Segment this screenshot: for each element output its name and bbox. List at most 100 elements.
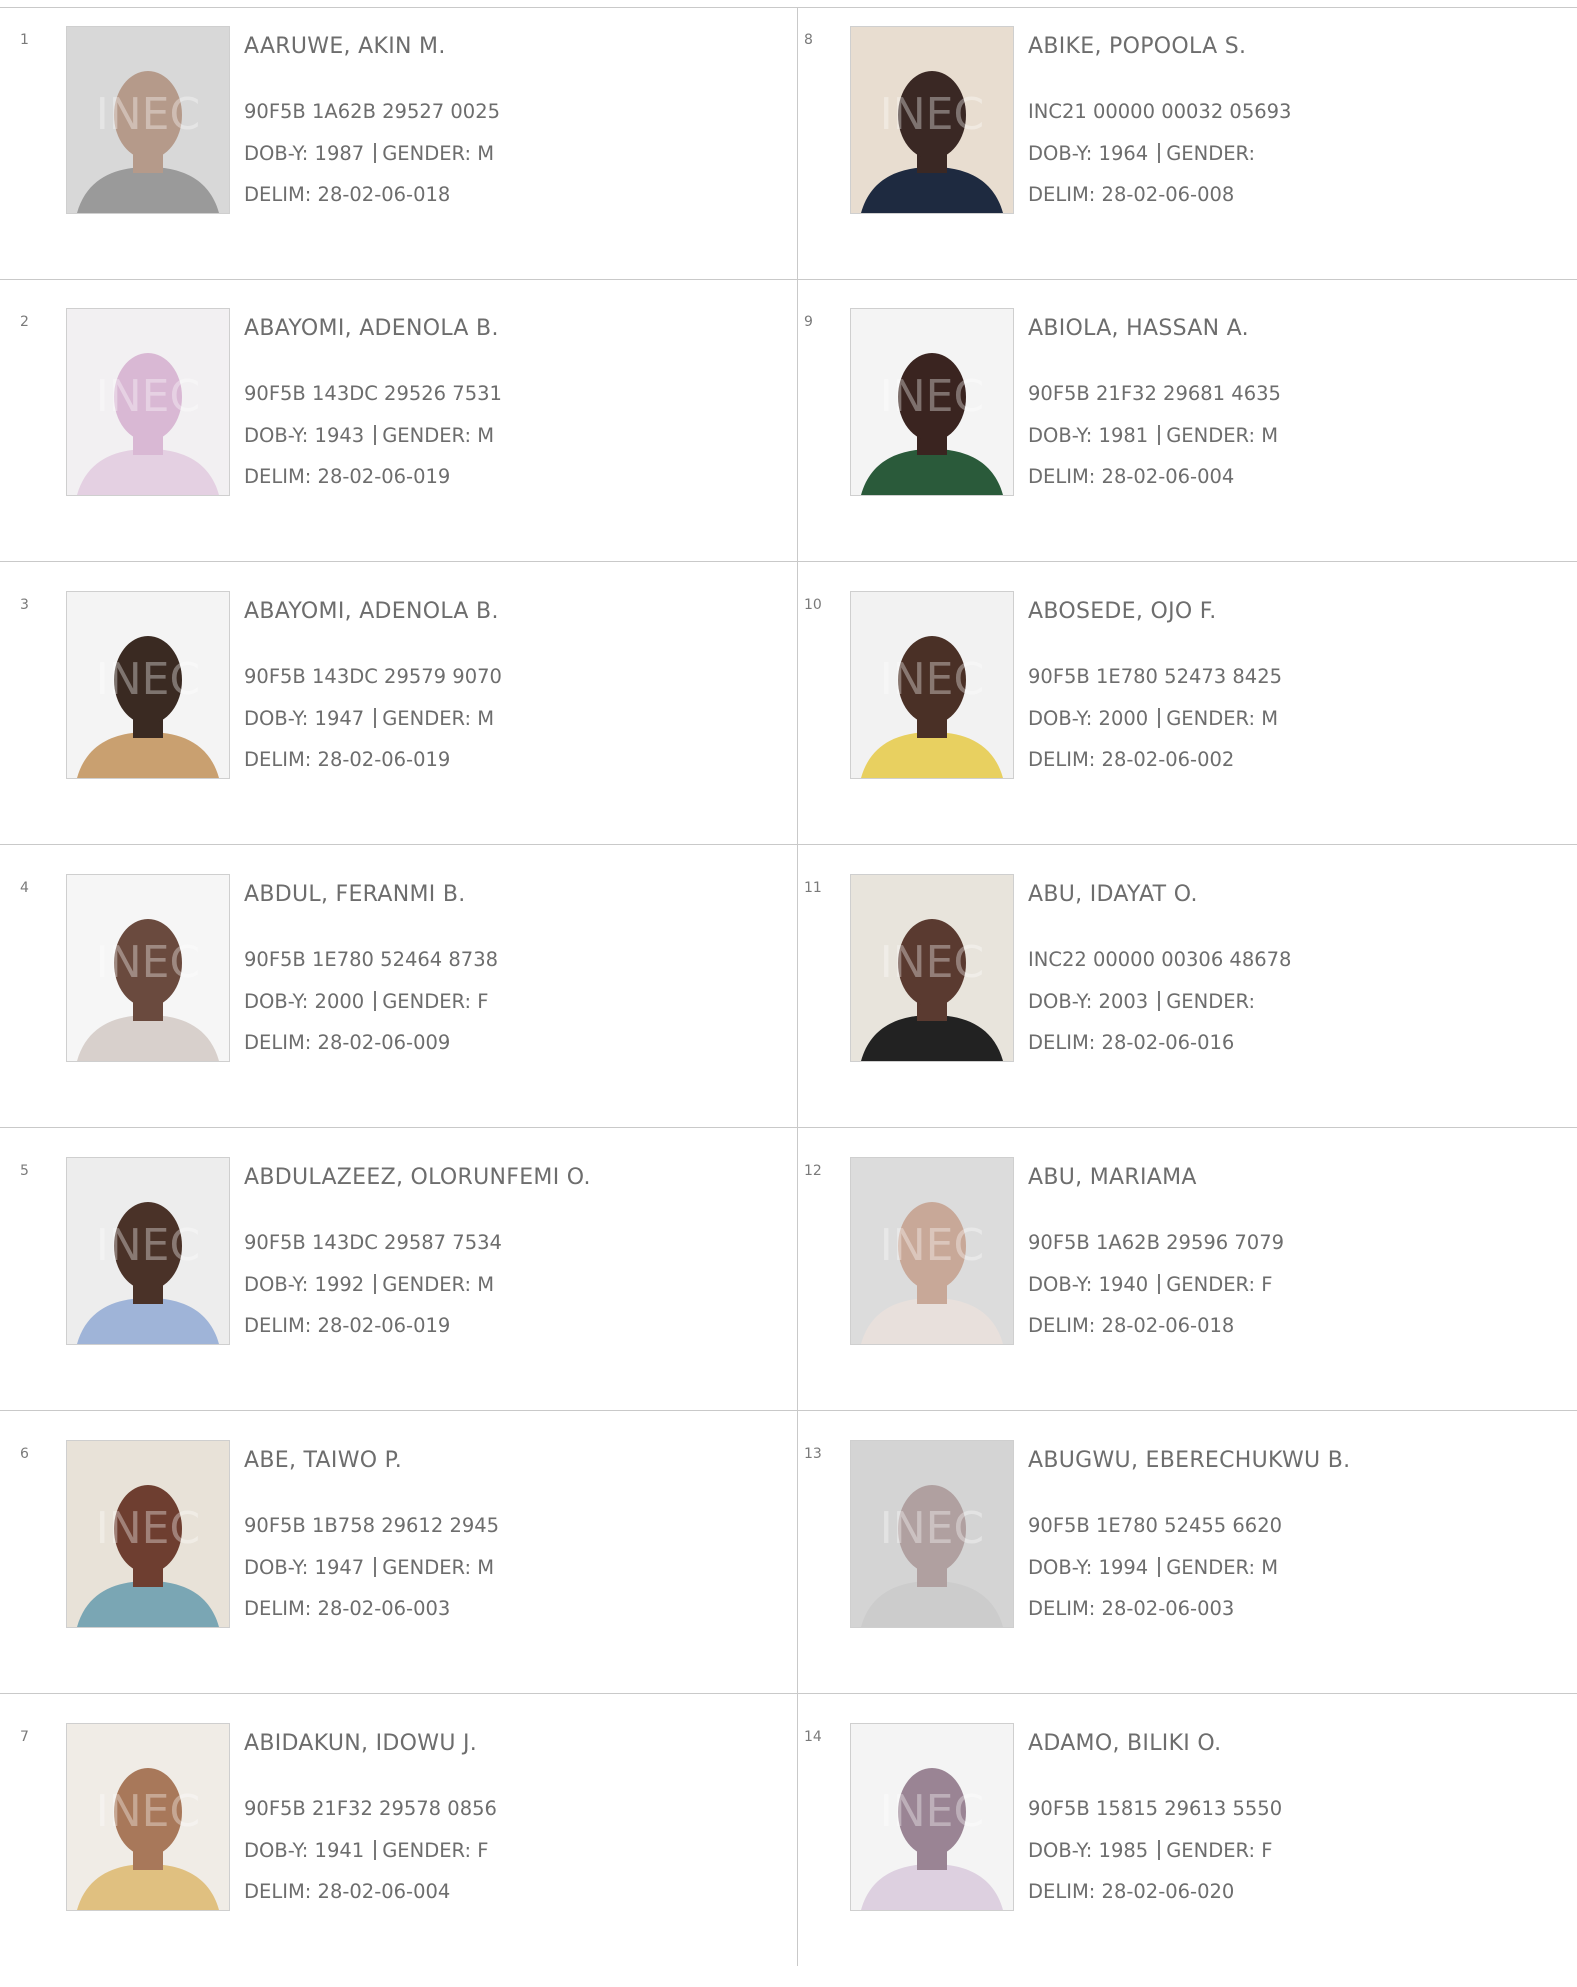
gender: GENDER: [1166,990,1256,1013]
inec-watermark: INEC [96,1503,200,1554]
inec-watermark: INEC [880,1786,984,1837]
voter-dob-gender: DOB-Y: 1992 GENDER: M [244,1273,494,1296]
inec-watermark: INEC [880,89,984,140]
dob-year: DOB-Y: 2000 [1028,707,1149,730]
voter-vin: 90F5B 1E780 52473 8425 [1028,665,1283,688]
voter-delim: DELIM: 28-02-06-018 [1028,1314,1235,1337]
separator-bar [1158,708,1161,728]
voter-photo: INEC [850,1723,1014,1911]
voter-dob-gender: DOB-Y: 1943 GENDER: M [244,424,494,447]
voter-dob-gender: DOB-Y: 1985 GENDER: F [1028,1839,1272,1862]
dob-year: DOB-Y: 1947 [244,1556,365,1579]
voter-photo: INEC [850,1440,1014,1628]
voter-dob-gender: DOB-Y: 1947 GENDER: M [244,1556,494,1579]
separator-bar [374,143,377,163]
voter-card: 12 INEC ABU, MARIAMA 90F5B 1A62B 29596 7… [784,1139,1564,1421]
voter-name: ABIDAKUN, IDOWU J. [244,1731,478,1756]
serial-number: 8 [804,32,813,48]
voter-card: 10 INEC ABOSEDE, OJO F. 90F5B 1E780 5247… [784,573,1564,855]
separator-bar [374,991,377,1011]
voter-vin: 90F5B 1E780 52455 6620 [1028,1514,1283,1537]
voter-card: 8 INEC ABIKE, POPOOLA S. INC21 00000 000… [784,8,1564,290]
gender: GENDER: [1166,142,1256,165]
inec-watermark: INEC [96,371,200,422]
voter-vin: 90F5B 143DC 29526 7531 [244,382,502,405]
inec-watermark: INEC [96,89,200,140]
voter-card: 4 INEC ABDUL, FERANMI B. 90F5B 1E780 524… [0,856,780,1138]
voter-card: 1 INEC AARUWE, AKIN M. 90F5B 1A62B 29527… [0,8,780,290]
inec-watermark: INEC [96,1786,200,1837]
voter-photo: INEC [850,591,1014,779]
voter-card: 14 INEC ADAMO, BILIKI O. 90F5B 15815 296… [784,1705,1564,1987]
voter-vin: 90F5B 1E780 52464 8738 [244,948,499,971]
voter-card: 9 INEC ABIOLA, HASSAN A. 90F5B 21F32 296… [784,290,1564,572]
voter-photo: INEC [850,308,1014,496]
voter-card: 7 INEC ABIDAKUN, IDOWU J. 90F5B 21F32 29… [0,1705,780,1987]
serial-number: 13 [804,1446,822,1462]
voter-name: ABDUL, FERANMI B. [244,882,466,907]
dob-year: DOB-Y: 1994 [1028,1556,1149,1579]
voter-vin: INC21 00000 00032 05693 [1028,100,1292,123]
dob-year: DOB-Y: 1947 [244,707,365,730]
voter-dob-gender: DOB-Y: 1940 GENDER: F [1028,1273,1272,1296]
voter-delim: DELIM: 28-02-06-003 [1028,1597,1235,1620]
inec-watermark: INEC [96,937,200,988]
voter-delim: DELIM: 28-02-06-003 [244,1597,451,1620]
serial-number: 10 [804,597,822,613]
gender: GENDER: M [382,424,495,447]
voter-delim: DELIM: 28-02-06-004 [244,1880,451,1903]
dob-year: DOB-Y: 1987 [244,142,365,165]
voter-name: ABUGWU, EBERECHUKWU B. [1028,1448,1351,1473]
voter-dob-gender: DOB-Y: 2003 GENDER: [1028,990,1255,1013]
separator-bar [1158,425,1161,445]
gender: GENDER: F [1166,1273,1273,1296]
dob-year: DOB-Y: 1941 [244,1839,365,1862]
inec-watermark: INEC [880,654,984,705]
voter-dob-gender: DOB-Y: 1994 GENDER: M [1028,1556,1278,1579]
voter-photo: INEC [850,874,1014,1062]
voter-delim: DELIM: 28-02-06-019 [244,465,451,488]
dob-year: DOB-Y: 1985 [1028,1839,1149,1862]
voter-photo: INEC [850,26,1014,214]
dob-year: DOB-Y: 1964 [1028,142,1149,165]
voter-card: 2 INEC ABAYOMI, ADENOLA B. 90F5B 143DC 2… [0,290,780,572]
separator-bar [1158,991,1161,1011]
voter-name: ABOSEDE, OJO F. [1028,599,1217,624]
gender: GENDER: F [382,990,489,1013]
voter-delim: DELIM: 28-02-06-019 [244,1314,451,1337]
voter-card: 3 INEC ABAYOMI, ADENOLA B. 90F5B 143DC 2… [0,573,780,855]
inec-watermark: INEC [96,1220,200,1271]
voter-photo: INEC [66,26,230,214]
gender: GENDER: M [1166,707,1279,730]
voter-delim: DELIM: 28-02-06-018 [244,183,451,206]
voter-photo: INEC [66,308,230,496]
dob-year: DOB-Y: 1981 [1028,424,1149,447]
inec-watermark: INEC [880,1220,984,1271]
voter-vin: 90F5B 21F32 29578 0856 [244,1797,497,1820]
serial-number: 6 [20,1446,29,1462]
serial-number: 1 [20,32,29,48]
voter-name: ABIKE, POPOOLA S. [1028,34,1247,59]
separator-bar [374,425,377,445]
voter-dob-gender: DOB-Y: 1987 GENDER: M [244,142,494,165]
voter-delim: DELIM: 28-02-06-002 [1028,748,1235,771]
gender: GENDER: M [1166,1556,1279,1579]
voter-card: 5 INEC ABDULAZEEZ, OLORUNFEMI O. 90F5B 1… [0,1139,780,1421]
gender: GENDER: M [382,707,495,730]
serial-number: 4 [20,880,29,896]
voter-photo: INEC [66,1157,230,1345]
voter-delim: DELIM: 28-02-06-009 [244,1031,451,1054]
voter-vin: 90F5B 1B758 29612 2945 [244,1514,500,1537]
voter-card: 6 INEC ABE, TAIWO P. 90F5B 1B758 29612 2… [0,1422,780,1704]
inec-watermark: INEC [96,654,200,705]
serial-number: 3 [20,597,29,613]
voter-vin: 90F5B 21F32 29681 4635 [1028,382,1281,405]
voter-name: ABDULAZEEZ, OLORUNFEMI O. [244,1165,591,1190]
voter-name: ABAYOMI, ADENOLA B. [244,316,499,341]
voter-vin: 90F5B 143DC 29579 9070 [244,665,502,688]
voter-delim: DELIM: 28-02-06-019 [244,748,451,771]
voter-dob-gender: DOB-Y: 1941 GENDER: F [244,1839,488,1862]
serial-number: 14 [804,1729,822,1745]
voter-name: ABU, IDAYAT O. [1028,882,1198,907]
voter-photo: INEC [66,1723,230,1911]
